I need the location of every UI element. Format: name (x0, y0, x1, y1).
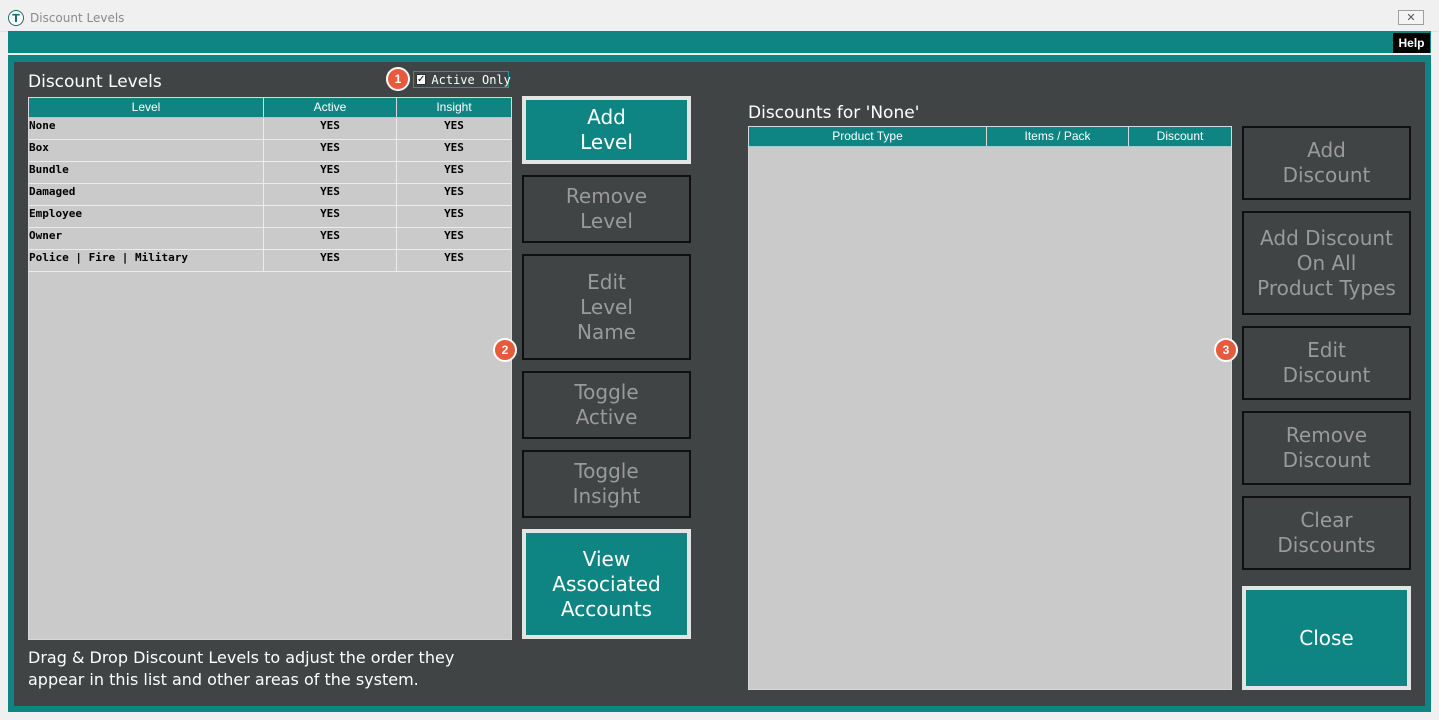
active-cell: YES (264, 118, 397, 139)
toggle-insight-button[interactable]: Toggle Insight (522, 450, 691, 518)
column-header-insight[interactable]: Insight (397, 98, 511, 117)
edit-level-name-button[interactable]: Edit Level Name (522, 254, 691, 360)
clear-discounts-button[interactable]: Clear Discounts (1242, 496, 1411, 570)
active-only-label: Active Only (431, 72, 511, 87)
table-row[interactable]: Damaged YES YES (29, 184, 511, 206)
active-cell: YES (264, 140, 397, 161)
discounts-table-header: Product Type Items / Pack Discount (749, 127, 1231, 147)
drag-drop-instructions: Drag & Drop Discount Levels to adjust th… (28, 648, 455, 689)
add-discount-button[interactable]: Add Discount (1242, 126, 1411, 200)
level-cell: Damaged (29, 184, 264, 205)
callout-marker-1: 1 (386, 67, 410, 91)
active-cell: YES (264, 250, 397, 271)
level-cell: Employee (29, 206, 264, 227)
level-cell: None (29, 118, 264, 139)
discount-levels-heading: Discount Levels (28, 72, 162, 92)
column-header-items-pack[interactable]: Items / Pack (987, 127, 1129, 146)
levels-table-body: None YES YES Box YES YES Bundle YES YES … (29, 118, 511, 272)
active-cell: YES (264, 228, 397, 249)
column-header-level[interactable]: Level (29, 98, 264, 117)
app-logo-icon: T (8, 10, 24, 26)
active-cell: YES (264, 162, 397, 183)
column-header-active[interactable]: Active (264, 98, 397, 117)
insight-cell: YES (444, 119, 464, 132)
table-row[interactable]: Bundle YES YES (29, 162, 511, 184)
close-button[interactable]: Close (1242, 586, 1411, 690)
close-window-icon[interactable]: ✕ (1398, 10, 1424, 25)
insight-cell: YES (444, 185, 464, 198)
column-header-product-type[interactable]: Product Type (749, 127, 987, 146)
insight-cell: YES (444, 229, 464, 242)
window-titlebar: T Discount Levels ✕ (0, 0, 1439, 32)
active-only-toggle[interactable]: ✓ Active Only (413, 71, 511, 88)
add-discount-all-product-types-button[interactable]: Add Discount On All Product Types (1242, 211, 1411, 315)
discounts-for-heading: Discounts for 'None' (748, 103, 920, 123)
remove-discount-button[interactable]: Remove Discount (1242, 411, 1411, 485)
window-title: Discount Levels (30, 11, 125, 25)
table-row[interactable]: Police | Fire | Military YES YES (29, 250, 511, 272)
table-row[interactable]: None YES YES (29, 118, 511, 140)
insight-cell: YES (444, 251, 464, 264)
edit-discount-button[interactable]: Edit Discount (1242, 326, 1411, 400)
remove-level-button[interactable]: Remove Level (522, 175, 691, 243)
active-cell: YES (264, 184, 397, 205)
help-button[interactable]: Help (1393, 33, 1430, 53)
callout-marker-3: 3 (1214, 338, 1238, 362)
discount-levels-table[interactable]: Level Active Insight None YES YES Box YE… (28, 97, 512, 640)
table-row[interactable]: Employee YES YES (29, 206, 511, 228)
insight-cell: YES (444, 163, 464, 176)
active-cell: YES (264, 206, 397, 227)
discounts-table[interactable]: Product Type Items / Pack Discount (748, 126, 1232, 690)
level-cell: Police | Fire | Military (29, 250, 264, 271)
active-only-checkbox[interactable]: ✓ (416, 74, 427, 85)
toggle-active-button[interactable]: Toggle Active (522, 371, 691, 439)
level-cell: Box (29, 140, 264, 161)
table-row[interactable]: Owner YES YES (29, 228, 511, 250)
view-associated-accounts-button[interactable]: View Associated Accounts (522, 529, 691, 639)
level-cell: Bundle (29, 162, 264, 183)
callout-marker-2: 2 (493, 338, 517, 362)
menu-bar (8, 31, 1431, 53)
insight-cell: YES (444, 207, 464, 220)
insight-cell: YES (444, 141, 464, 154)
column-header-discount[interactable]: Discount (1129, 127, 1231, 146)
level-cell: Owner (29, 228, 264, 249)
levels-table-header: Level Active Insight (29, 98, 511, 118)
add-level-button[interactable]: Add Level (522, 96, 691, 164)
table-row[interactable]: Box YES YES (29, 140, 511, 162)
